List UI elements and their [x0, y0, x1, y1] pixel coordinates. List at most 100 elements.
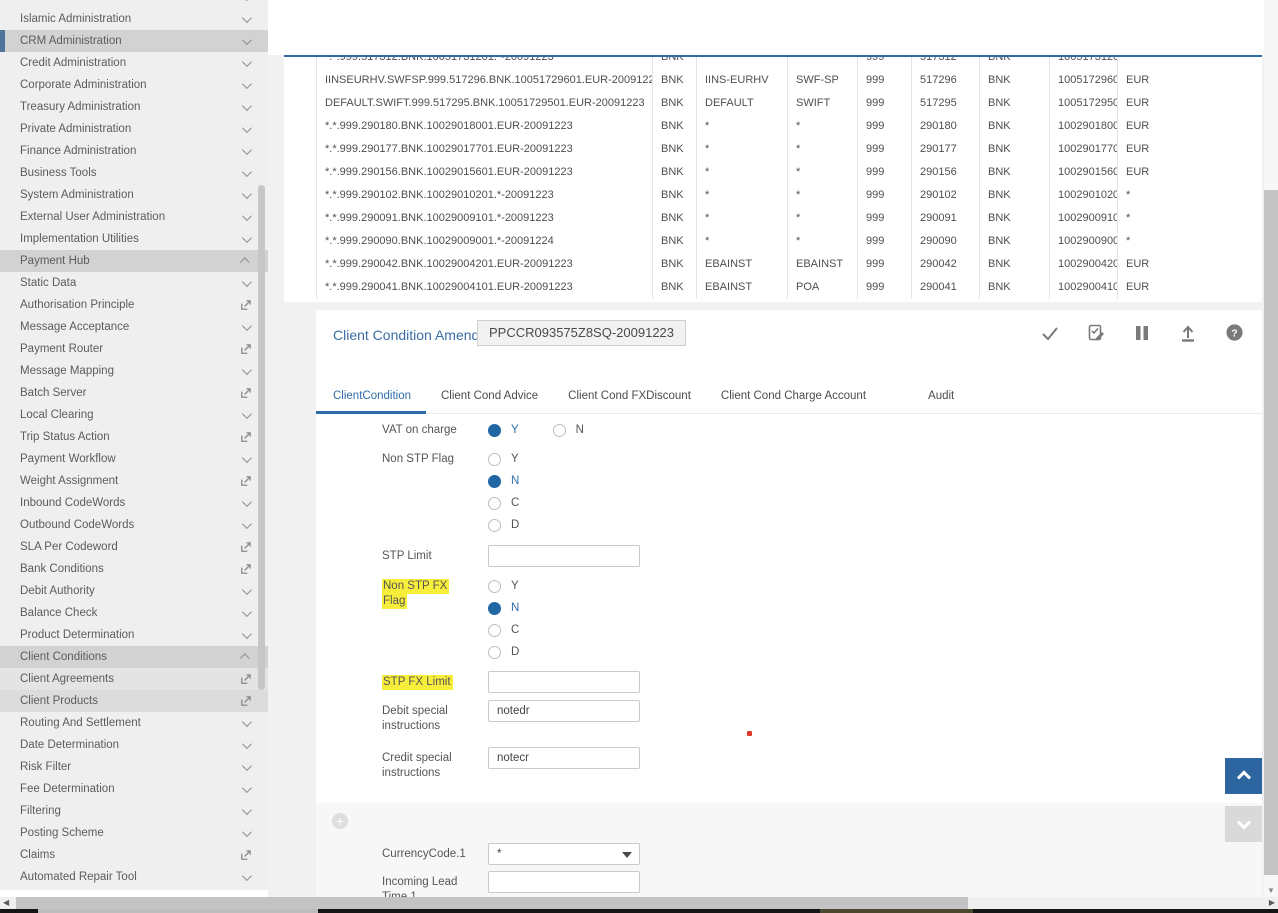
table-cell: BNK	[980, 207, 1050, 230]
radio-button-icon	[488, 453, 501, 466]
sidebar-item-label: Client Conditions	[20, 651, 242, 663]
tab-audit[interactable]: Audit	[913, 380, 969, 413]
sidebar-item-payment-hub[interactable]: Payment Hub	[0, 250, 268, 272]
scrollbar-down-arrow-icon[interactable]: ▼	[1264, 886, 1278, 895]
sidebar-item-batch-server[interactable]: Batch Server	[0, 382, 268, 404]
sidebar-item-local-clearing[interactable]: Local Clearing	[0, 404, 268, 426]
chevron-down-icon	[242, 35, 252, 45]
sidebar-item-outbound-codewords[interactable]: Outbound CodeWords	[0, 514, 268, 536]
table-row[interactable]: *.*.999.290091.BNK.10029009101.*-2009122…	[284, 207, 1262, 230]
incoming-lead-time-1-input[interactable]	[488, 871, 640, 893]
scroll-down-button[interactable]	[1225, 806, 1262, 842]
chevron-down-icon	[242, 607, 252, 617]
sidebar-item-payment-router[interactable]: Payment Router	[0, 338, 268, 360]
tab-client-cond-advice[interactable]: Client Cond Advice	[426, 380, 553, 413]
radio-vat-on-charge-y[interactable]: Y	[488, 419, 519, 441]
sidebar-item-business-tools[interactable]: Business Tools	[0, 162, 268, 184]
radio-non-stp-flag-c[interactable]: C	[488, 492, 519, 514]
sidebar-item-corporate-administration[interactable]: Corporate Administration	[0, 74, 268, 96]
sidebar-item-client-agreements[interactable]: Client Agreements	[0, 668, 268, 690]
table-row[interactable]: IINSEURHV.SWFSP.999.517296.BNK.100517296…	[284, 69, 1262, 92]
upload-button[interactable]	[1178, 324, 1198, 344]
sidebar-item-external-user-administration[interactable]: External User Administration	[0, 206, 268, 228]
radio-vat-on-charge-n[interactable]: N	[553, 419, 584, 441]
radio-non-stp-flag-n[interactable]: N	[488, 470, 519, 492]
sidebar-item-bank-conditions[interactable]: Bank Conditions	[0, 558, 268, 580]
radio-non-stp-fx-flag-y[interactable]: Y	[488, 575, 519, 597]
top-whitespace	[268, 0, 1264, 55]
radio-non-stp-fx-flag-d[interactable]: D	[488, 641, 519, 663]
stp-limit-input[interactable]	[488, 545, 640, 567]
sidebar-item-balance-check[interactable]: Balance Check	[0, 602, 268, 624]
table-cell: 999	[858, 138, 912, 161]
radio-non-stp-flag-y[interactable]: Y	[488, 448, 519, 470]
scrollbar-right-arrow-icon[interactable]: ▶	[1269, 898, 1275, 907]
sidebar-item-date-determination[interactable]: Date Determination	[0, 734, 268, 756]
sidebar-item-posting-scheme[interactable]: Posting Scheme	[0, 822, 268, 844]
horizontal-scrollbar-thumb[interactable]	[16, 897, 968, 909]
sidebar-item-trip-status-action[interactable]: Trip Status Action	[0, 426, 268, 448]
table-row[interactable]: DEFAULT.SWIFT.999.517295.BNK.10051729501…	[284, 92, 1262, 115]
help-button[interactable]: ?	[1224, 324, 1244, 344]
tab-client-cond-fxdiscount[interactable]: Client Cond FXDiscount	[553, 380, 706, 413]
vertical-scrollbar[interactable]: ▼	[1264, 0, 1278, 897]
table-row[interactable]: *.*.999.517312.BNK.10051731201.*-2009122…	[284, 55, 1262, 69]
currencycode-1-select[interactable]: *	[488, 843, 640, 865]
add-row-button[interactable]: +	[332, 813, 348, 829]
sidebar-item-retail-administration[interactable]: Retail Administration	[0, 0, 268, 8]
sidebar-item-islamic-administration[interactable]: Islamic Administration	[0, 8, 268, 30]
tab-clientcondition[interactable]: ClientCondition	[316, 380, 426, 413]
sidebar-item-message-acceptance[interactable]: Message Acceptance	[0, 316, 268, 338]
sidebar-item-claims[interactable]: Claims	[0, 844, 268, 866]
sidebar-item-product-determination[interactable]: Product Determination	[0, 624, 268, 646]
radio-label: C	[511, 497, 519, 509]
sidebar-item-routing-and-settlement[interactable]: Routing And Settlement	[0, 712, 268, 734]
scrollbar-left-arrow-icon[interactable]: ◀	[3, 898, 9, 907]
sidebar-item-client-conditions[interactable]: Client Conditions	[0, 646, 268, 668]
debit-special-instructions-input[interactable]	[488, 700, 640, 722]
radio-non-stp-fx-flag-c[interactable]: C	[488, 619, 519, 641]
radio-non-stp-fx-flag-n[interactable]: N	[488, 597, 519, 619]
sidebar-item-weight-assignment[interactable]: Weight Assignment	[0, 470, 268, 492]
table-row[interactable]: *.*.999.290177.BNK.10029017701.EUR-20091…	[284, 138, 1262, 161]
sidebar-item-payment-workflow[interactable]: Payment Workflow	[0, 448, 268, 470]
radio-non-stp-flag-d[interactable]: D	[488, 514, 519, 536]
stp-fx-limit-input[interactable]	[488, 671, 640, 693]
sidebar-item-message-mapping[interactable]: Message Mapping	[0, 360, 268, 382]
sidebar-scrollbar-thumb[interactable]	[258, 185, 265, 690]
tab-client-cond-charge-account[interactable]: Client Cond Charge Account	[706, 380, 881, 413]
sidebar-item-filtering[interactable]: Filtering	[0, 800, 268, 822]
table-row[interactable]: *.*.999.290180.BNK.10029018001.EUR-20091…	[284, 115, 1262, 138]
table-row[interactable]: *.*.999.290156.BNK.10029015601.EUR-20091…	[284, 161, 1262, 184]
table-cell	[788, 55, 858, 69]
scroll-to-top-button[interactable]	[1225, 758, 1262, 794]
sidebar-item-authorisation-principle[interactable]: Authorisation Principle	[0, 294, 268, 316]
sidebar-item-label: Authorisation Principle	[20, 299, 239, 311]
sidebar-item-crm-administration[interactable]: CRM Administration	[0, 30, 268, 52]
sidebar-item-automated-repair-tool[interactable]: Automated Repair Tool	[0, 866, 268, 888]
sidebar-item-sla-per-codeword[interactable]: SLA Per Codeword	[0, 536, 268, 558]
sidebar-item-risk-filter[interactable]: Risk Filter	[0, 756, 268, 778]
sidebar-item-private-administration[interactable]: Private Administration	[0, 118, 268, 140]
table-row[interactable]: *.*.999.290102.BNK.10029010201.*-2009122…	[284, 184, 1262, 207]
table-row[interactable]: *.*.999.290041.BNK.10029004101.EUR-20091…	[284, 276, 1262, 299]
vertical-scrollbar-thumb[interactable]	[1264, 190, 1278, 875]
table-row[interactable]: *.*.999.290090.BNK.10029009001.*-2009122…	[284, 230, 1262, 253]
sidebar-item-client-products[interactable]: Client Products	[0, 690, 268, 712]
table-row[interactable]: *.*.999.290042.BNK.10029004201.EUR-20091…	[284, 253, 1262, 276]
horizontal-scrollbar[interactable]: ◀ ▶	[0, 897, 1278, 909]
approve-button[interactable]	[1040, 324, 1060, 344]
sidebar-item-finance-administration[interactable]: Finance Administration	[0, 140, 268, 162]
sidebar-item-fee-determination[interactable]: Fee Determination	[0, 778, 268, 800]
credit-special-instructions-input[interactable]	[488, 747, 640, 769]
hold-button[interactable]	[1132, 324, 1152, 344]
sidebar-item-inbound-codewords[interactable]: Inbound CodeWords	[0, 492, 268, 514]
edit-note-button[interactable]	[1086, 324, 1106, 344]
sidebar-item-credit-administration[interactable]: Credit Administration	[0, 52, 268, 74]
sidebar-item-implementation-utilities[interactable]: Implementation Utilities	[0, 228, 268, 250]
chevron-down-icon	[1236, 816, 1250, 830]
sidebar-item-static-data[interactable]: Static Data	[0, 272, 268, 294]
sidebar-item-debit-authority[interactable]: Debit Authority	[0, 580, 268, 602]
sidebar-item-treasury-administration[interactable]: Treasury Administration	[0, 96, 268, 118]
sidebar-item-system-administration[interactable]: System Administration	[0, 184, 268, 206]
